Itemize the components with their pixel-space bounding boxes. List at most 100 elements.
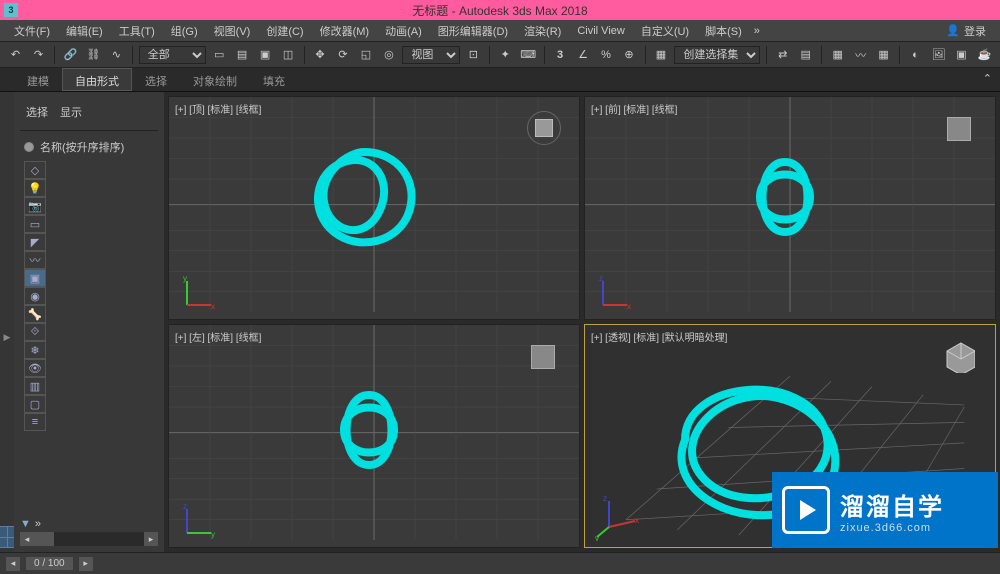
viewcube-front[interactable] [947, 117, 971, 141]
filter-all-icon[interactable]: ▥ [24, 377, 46, 395]
percent-snap-button[interactable]: % [597, 45, 616, 65]
viewcube-perspective[interactable] [941, 339, 975, 373]
select-region-button[interactable]: ▣ [256, 45, 275, 65]
filter-invert-icon[interactable]: ≡ [24, 413, 46, 431]
redo-button[interactable]: ↷ [29, 45, 48, 65]
viewport-label-left[interactable]: [+] [左] [标准] [线框] [175, 329, 261, 344]
menu-group[interactable]: 组(G) [163, 21, 206, 41]
layer-button[interactable]: ▦ [828, 45, 847, 65]
filter-container-icon[interactable]: ⟐ [24, 323, 46, 341]
scene-sort-row[interactable]: 名称(按升序排序) [20, 139, 158, 155]
viewport-front[interactable]: [+] [前] [标准] [线框] z x [584, 96, 996, 320]
mirror-button[interactable]: ⇄ [773, 45, 792, 65]
align-button[interactable]: ▤ [796, 45, 815, 65]
curve-editor-button[interactable]: 〰 [851, 45, 870, 65]
render-setup-button[interactable]: 🖼 [929, 45, 948, 65]
named-set-select[interactable]: 创建选择集 [674, 46, 760, 64]
viewport-label-perspective[interactable]: [+] [透视] [标准] [默认明暗处理] [591, 329, 727, 344]
timeline-slider[interactable]: ◂ 0 / 100 ▸ [6, 557, 93, 571]
filter-hidden-icon[interactable]: 👁 [24, 359, 46, 377]
spinner-snap-button[interactable]: ⊕ [620, 45, 639, 65]
bind-button[interactable]: ∿ [107, 45, 126, 65]
schematic-button[interactable]: ▦ [874, 45, 893, 65]
filter-bone-icon[interactable]: 🦴 [24, 305, 46, 323]
ribbon-tab-modeling[interactable]: 建模 [14, 68, 62, 91]
axis-gizmo-top: y x [179, 273, 219, 313]
link-button[interactable]: 🔗 [61, 45, 80, 65]
menu-create[interactable]: 创建(C) [258, 21, 311, 41]
filter-none-icon[interactable]: ▢ [24, 395, 46, 413]
selection-filter-select[interactable]: 全部 [139, 46, 206, 64]
render-button[interactable]: ☕ [975, 45, 994, 65]
menu-modifiers[interactable]: 修改器(M) [312, 21, 378, 41]
ribbon-collapse-button[interactable]: ⌃ [975, 68, 1000, 91]
menu-customize[interactable]: 自定义(U) [633, 21, 697, 41]
scroll-right-icon[interactable]: ▸ [144, 532, 158, 546]
scene-sort-label: 名称(按升序排序) [40, 139, 124, 155]
move-button[interactable]: ✥ [311, 45, 330, 65]
frame-display: 0 / 100 [26, 557, 73, 570]
menu-script[interactable]: 脚本(S) [697, 21, 750, 41]
menu-animation[interactable]: 动画(A) [377, 21, 430, 41]
menu-graph-editors[interactable]: 图形编辑器(D) [430, 21, 516, 41]
menu-file[interactable]: 文件(F) [6, 21, 58, 41]
login-label: 登录 [964, 23, 986, 39]
viewcube-top[interactable] [527, 111, 561, 145]
ribbon-tab-selection[interactable]: 选择 [132, 68, 180, 91]
menu-views[interactable]: 视图(V) [206, 21, 259, 41]
filter-light-icon[interactable]: 💡 [24, 179, 46, 197]
placement-button[interactable]: ◎ [379, 45, 398, 65]
filter-spacewarp-icon[interactable]: 〰 [24, 251, 46, 269]
menu-rendering[interactable]: 渲染(R) [516, 21, 569, 41]
viewport-top[interactable]: [+] [顶] [标准] [线框] y x [168, 96, 580, 320]
scroll-left-icon[interactable]: ◂ [20, 532, 34, 546]
select-button[interactable]: ▭ [210, 45, 229, 65]
render-frame-button[interactable]: ▣ [952, 45, 971, 65]
command-panel-toggle[interactable]: ▶ [4, 332, 11, 343]
login-button[interactable]: 👤 登录 [938, 21, 994, 41]
keyboard-shortcut-button[interactable]: ⌨ [519, 45, 538, 65]
scale-button[interactable]: ◱ [356, 45, 375, 65]
ribbon-tab-populate[interactable]: 填充 [250, 68, 298, 91]
funnel-icon[interactable]: ▼ [20, 518, 31, 530]
window-title: 无标题 - Autodesk 3ds Max 2018 [412, 2, 587, 19]
material-button[interactable]: ◐ [906, 45, 925, 65]
snap-button[interactable]: 3 [551, 45, 570, 65]
pivot-button[interactable]: ⊡ [464, 45, 483, 65]
scene-tab-select[interactable]: 选择 [26, 104, 48, 120]
frame-prev-button[interactable]: ◂ [6, 557, 20, 571]
left-strip: ▶ [0, 92, 14, 552]
menu-edit[interactable]: 编辑(E) [58, 21, 111, 41]
ref-coord-select[interactable]: 视图 [402, 46, 459, 64]
scene-explorer: 选择 显示 名称(按升序排序) ◇ 💡 📷 ▭ ◤ 〰 ▣ ◉ 🦴 ⟐ ❄ 👁 … [14, 92, 164, 552]
viewcube-left[interactable] [531, 345, 555, 369]
filter-geometry-icon[interactable]: ◇ [24, 161, 46, 179]
filter-shape-icon[interactable]: ◤ [24, 233, 46, 251]
title-bar: 3 无标题 - Autodesk 3ds Max 2018 [0, 0, 1000, 20]
menu-tools[interactable]: 工具(T) [111, 21, 163, 41]
undo-button[interactable]: ↶ [6, 45, 25, 65]
edit-set-button[interactable]: ▦ [651, 45, 670, 65]
filter-helper-icon[interactable]: ▭ [24, 215, 46, 233]
scene-tab-display[interactable]: 显示 [60, 104, 82, 120]
ribbon-tab-freeform[interactable]: 自由形式 [62, 68, 132, 91]
ribbon-tab-object-paint[interactable]: 对象绘制 [180, 68, 250, 91]
scene-scrollbar[interactable]: ◂ ▸ [20, 532, 158, 546]
filter-frozen-icon[interactable]: ❄ [24, 341, 46, 359]
viewport-label-front[interactable]: [+] [前] [标准] [线框] [591, 101, 677, 116]
unlink-button[interactable]: ⛓ [84, 45, 103, 65]
filter-camera-icon[interactable]: 📷 [24, 197, 46, 215]
viewport-left[interactable]: [+] [左] [标准] [线框] z y [168, 324, 580, 548]
rotate-button[interactable]: ⟳ [333, 45, 352, 65]
filter-group-icon[interactable]: ▣ [24, 269, 46, 287]
angle-snap-button[interactable]: ∠ [574, 45, 593, 65]
menu-chevron-icon[interactable]: » [750, 25, 764, 37]
expand-icon[interactable]: » [35, 518, 41, 530]
window-crossing-button[interactable]: ◫ [279, 45, 298, 65]
manipulate-button[interactable]: ✦ [496, 45, 515, 65]
viewport-label-top[interactable]: [+] [顶] [标准] [线框] [175, 101, 261, 116]
menu-civil-view[interactable]: Civil View [569, 23, 632, 39]
frame-next-button[interactable]: ▸ [79, 557, 93, 571]
filter-xref-icon[interactable]: ◉ [24, 287, 46, 305]
select-name-button[interactable]: ▤ [233, 45, 252, 65]
